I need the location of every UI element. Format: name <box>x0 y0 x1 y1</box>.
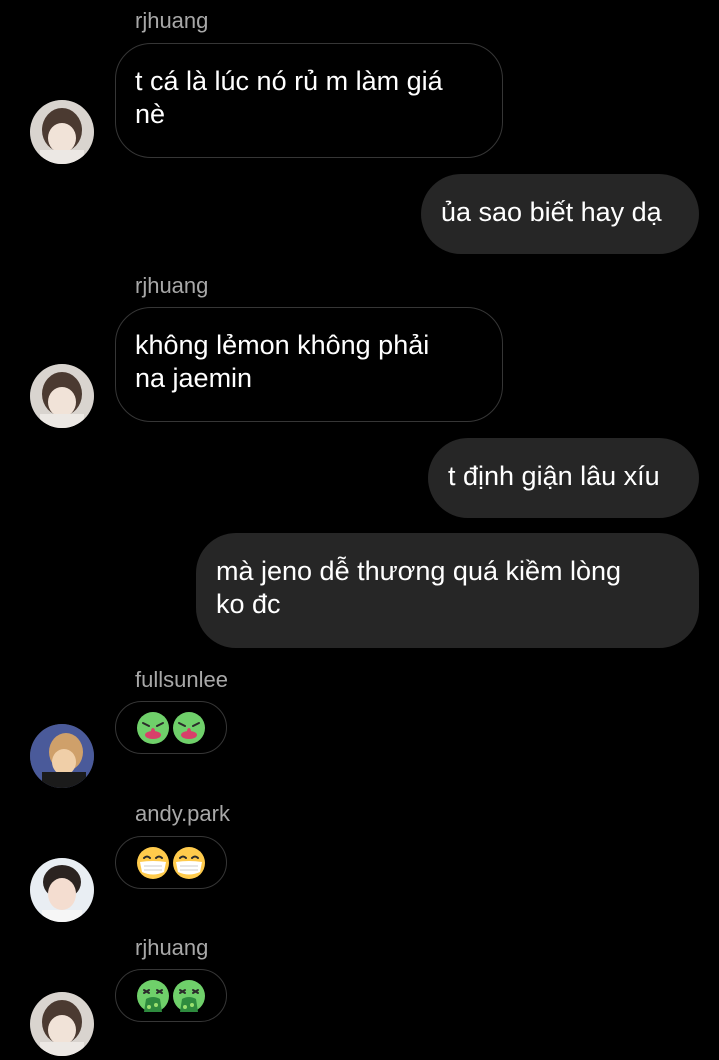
outgoing-message-bubble[interactable]: t định giận lâu xíu <box>428 438 699 518</box>
sender-name: fullsunlee <box>135 667 228 692</box>
avatar[interactable] <box>30 858 94 922</box>
chat-thread: rjhuang t cá là lúc nó rủ m làm giá nè ủ… <box>0 0 719 1060</box>
avatar[interactable] <box>30 364 94 428</box>
avatar-photo-icon <box>30 858 94 922</box>
face-vomiting-icon <box>173 980 205 1012</box>
sender-name: rjhuang <box>135 8 209 33</box>
sender-name: andy.park <box>135 801 230 826</box>
avatar-photo-icon <box>30 992 94 1056</box>
face-with-medical-mask-icon <box>173 847 205 879</box>
sender-name: rjhuang <box>135 273 209 298</box>
face-with-medical-mask-icon <box>137 847 169 879</box>
outgoing-message-bubble[interactable]: mà jeno dễ thương quá kiềm lòng ko đc <box>196 533 699 648</box>
outgoing-message-bubble[interactable]: ủa sao biết hay dạ <box>421 174 699 254</box>
avatar-photo-icon <box>30 364 94 428</box>
emoji-reaction-bubble[interactable] <box>115 701 227 754</box>
emoji-reaction-bubble[interactable] <box>115 969 227 1022</box>
avatar[interactable] <box>30 724 94 788</box>
avatar[interactable] <box>30 992 94 1056</box>
avatar-photo-icon <box>30 724 94 788</box>
nauseated-face-icon <box>137 712 169 744</box>
avatar[interactable] <box>30 100 94 164</box>
nauseated-face-icon <box>173 712 205 744</box>
incoming-message-bubble[interactable]: t cá là lúc nó rủ m làm giá nè <box>115 43 503 158</box>
incoming-message-bubble[interactable]: không lẻmon không phải na jaemin <box>115 307 503 422</box>
avatar-photo-icon <box>30 100 94 164</box>
face-vomiting-icon <box>137 980 169 1012</box>
sender-name: rjhuang <box>135 935 209 960</box>
emoji-reaction-bubble[interactable] <box>115 836 227 889</box>
